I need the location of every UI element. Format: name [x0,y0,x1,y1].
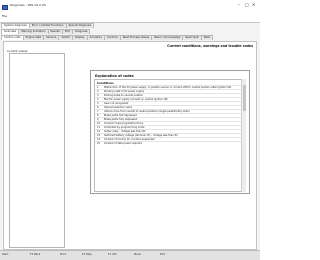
content-panel: Current conditions, warnings and trouble… [3,41,257,250]
list-item: 1 Malfunction of the 5V power supply, or … [95,85,242,89]
row-text: Parking brake to neutral position [104,94,144,97]
row-number: 5 [97,102,99,105]
row-number: 15 [97,142,101,145]
row-number: 9 [97,118,99,121]
row-text: Pending reset of 5V power supply [104,90,145,93]
list-item: 4 Electric power supply not sent on neutr… [95,97,242,101]
function-bar: Start F3 Back Print F2 Help F1 Info Menu… [0,250,260,260]
row-text: Controlled by programming mode [104,126,145,129]
row-number: 1 [97,86,99,89]
row-text: Content of warning/malfunctions [104,122,144,125]
info-button[interactable]: F1 Info [108,253,117,256]
row-text: Opened selection valve [104,106,133,109]
explanation-scrollbar[interactable] [241,79,246,192]
row-text: Switched battery voltage (terminal 15) –… [104,134,178,137]
explanation-title: Explanation of codes [95,74,134,78]
row-text: Content of data power required [104,142,142,145]
tab-row-1: System diagnosis Error / Limited Functio… [1,23,95,28]
tab-read-fault[interactable]: Read fault [182,35,202,40]
print-button[interactable]: Print [60,253,66,256]
close-button[interactable]: ✕ [252,3,255,7]
back-button[interactable]: F3 Back [30,253,40,256]
row-number: 11 [97,126,101,129]
row-text: Solder relay – Voltage less than 8V [104,130,146,133]
tab-special-diagnosis[interactable]: Special Diagnosis [65,23,95,28]
row-number: 3 [97,94,99,97]
list-item: 9 Brake pedal fully depressed [95,117,242,121]
list-item: 10 Content of warning/malfunctions [95,121,242,125]
tab-display[interactable]: Display [71,35,88,40]
tab-controls[interactable]: Controls [103,35,121,40]
window-title: Diagnosis - WIS 10.2.20 [10,3,46,7]
tab-control-units[interactable]: Control units [1,35,24,40]
row-number: 8 [97,114,99,117]
row-text: Brake pedal half depressed [104,114,137,117]
list-item: 5 Gear not recognized [95,101,242,105]
tab-row-2: Overview Warning Indicators Results ECU … [1,29,91,34]
tab-sensors[interactable]: Sensors [43,35,60,40]
tab-overview[interactable]: Overview [1,29,20,34]
minimize-button[interactable]: – [238,3,240,7]
list-item: 14 Content of Control 10, Content suspend… [95,137,242,141]
tab-results[interactable]: Results [47,29,63,34]
row-number: 2 [97,90,99,93]
row-text: Electric power supply not sent on neutra… [104,98,168,101]
explanation-list[interactable]: Conditions 1 Malfunction of the 5V power … [94,79,243,192]
row-number: 14 [97,138,101,141]
row-number: 6 [97,106,99,109]
list-item: 3 Parking brake to neutral position [95,93,242,97]
explanation-card: Explanation of codes Conditions 1 Malfunc… [90,70,250,194]
section-title: Current conditions, warnings and trouble… [167,44,253,48]
row-number: 10 [97,122,101,125]
exit-button[interactable]: Exit [160,253,165,256]
list-item: 15 Content of data power required [95,141,242,145]
list-item: 2 Pending reset of 5V power supply [95,89,242,93]
tab-tests[interactable]: Tests [200,35,214,40]
row-text: Content of Control 10, Content suspended [104,138,155,141]
maximize-button[interactable]: □ [245,3,249,7]
tab-error-limited-functions[interactable]: Error / Limited Functions [28,23,67,28]
list-item: 6 Opened selection valve [95,105,242,109]
window-titlebar: Diagnosis - WIS 10.2.20 – □ ✕ File [0,0,260,22]
scrollbar-thumb[interactable] [243,85,246,111]
list-item: 11 Controlled by programming mode [95,125,242,129]
row-number: 12 [97,130,101,133]
current-values-list[interactable] [9,53,65,248]
row-text: Gear not recognized [104,102,129,105]
app-icon [2,5,8,10]
list-item: 12 Solder relay – Voltage less than 8V [95,129,242,133]
list-item: 8 Brake pedal half depressed [95,113,242,117]
row-number: 13 [97,134,101,137]
row-number: 4 [97,98,99,101]
tab-warning-indicators[interactable]: Warning Indicators [18,29,49,34]
row-text: Brake pedal fully depressed [104,118,138,121]
start-button[interactable]: Start [2,253,8,256]
row-text: Malfunction of the 5V power supply, or p… [104,86,232,89]
row-text: Vehicle drive from neutral to neutral po… [104,110,190,113]
help-button[interactable]: F2 Help [82,253,92,256]
menu-file[interactable]: File [2,14,7,18]
tab-switch[interactable]: Switch [58,35,73,40]
tab-read-process-values[interactable]: Read Process Values [119,35,153,40]
list-item: 7 Vehicle drive from neutral to neutral p… [95,109,242,113]
tab-read-acknowledge[interactable]: Read / acknowledge [151,35,184,40]
tab-engine-data[interactable]: Engine data [22,35,45,40]
tab-actuators[interactable]: Actuators [86,35,105,40]
menu-button[interactable]: Menu [134,253,141,256]
list-item: 13 Switched battery voltage (terminal 15)… [95,133,242,137]
tab-row-3: Control units Engine data Sensors Switch… [1,35,214,40]
row-number: 7 [97,110,99,113]
tab-diagnose[interactable]: Diagnose [72,29,91,34]
tab-system-diagnosis[interactable]: System diagnosis [1,23,30,28]
